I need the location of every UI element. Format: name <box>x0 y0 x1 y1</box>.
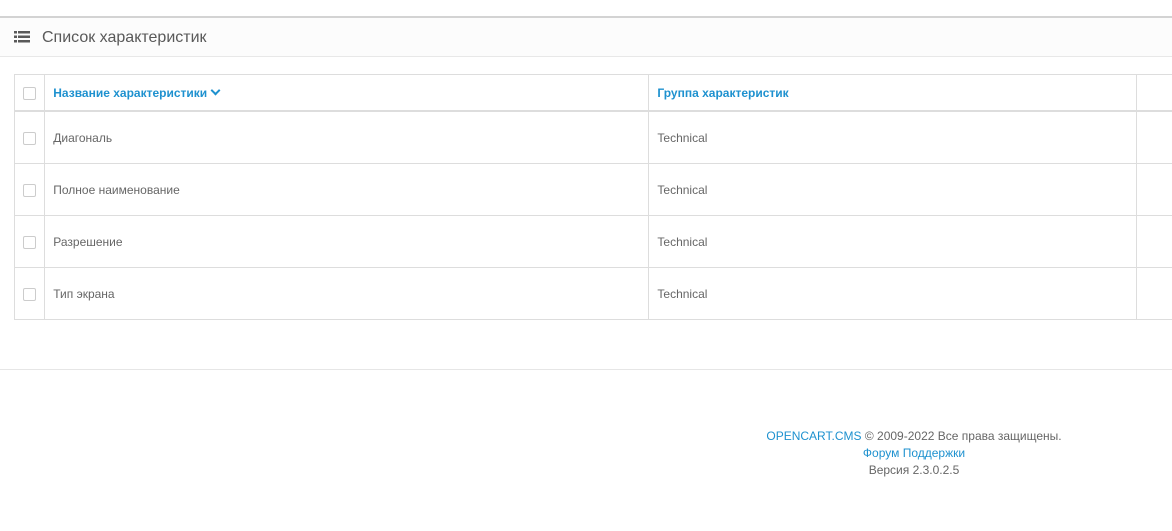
panel-title: Список характеристик <box>42 29 207 46</box>
footer-copyright: © 2009-2022 Все права защищены. <box>864 429 1062 443</box>
row-group: Technical <box>648 267 1137 320</box>
column-header-group[interactable]: Группа характеристик <box>648 74 1137 112</box>
chevron-down-icon <box>210 85 221 95</box>
row-group: Technical <box>648 215 1137 268</box>
row-group: Technical <box>648 163 1137 216</box>
list-icon <box>14 31 30 43</box>
footer-version: Версия 2.3.0.2.5 <box>868 463 960 477</box>
row-action-cell <box>1135 163 1172 216</box>
table-row: Разрешение Technical <box>13 215 1172 268</box>
opencart-link[interactable]: OPENCART.CMS <box>766 429 861 443</box>
row-name: Полное наименование <box>44 163 650 216</box>
footer-copyright-line: OPENCART.CMS © 2009-2022 Все права защищ… <box>650 428 1172 445</box>
sort-by-name-link[interactable]: Название характеристики <box>53 85 221 100</box>
row-action-cell <box>1135 267 1172 320</box>
table-row: Тип экрана Technical <box>13 267 1172 320</box>
table-header-row: Название характеристики Группа характери… <box>13 74 1172 112</box>
row-name: Диагональ <box>44 110 650 164</box>
row-group: Technical <box>648 110 1137 164</box>
column-header-action <box>1135 74 1172 112</box>
table-row: Диагональ Technical <box>13 110 1172 164</box>
footer: OPENCART.CMS © 2009-2022 Все права защищ… <box>650 428 1172 479</box>
select-all-cell <box>13 74 46 112</box>
attribute-table: Название характеристики Группа характери… <box>13 74 1172 320</box>
sort-by-group-link[interactable]: Группа характеристик <box>657 86 788 100</box>
footer-divider <box>0 369 1172 370</box>
row-name: Разрешение <box>44 215 650 268</box>
footer-forum-line: Форум Поддержки <box>650 445 1172 462</box>
row-checkbox[interactable] <box>23 287 37 301</box>
row-select-cell <box>13 163 46 216</box>
row-name: Тип экрана <box>44 267 650 320</box>
panel-heading: Список характеристик <box>0 18 1172 57</box>
row-checkbox[interactable] <box>23 183 37 197</box>
row-checkbox[interactable] <box>23 131 37 145</box>
row-checkbox[interactable] <box>23 235 37 249</box>
row-select-cell <box>13 110 46 164</box>
select-all-checkbox[interactable] <box>23 86 37 100</box>
column-header-name[interactable]: Название характеристики <box>44 74 650 112</box>
row-select-cell <box>13 267 46 320</box>
row-action-cell <box>1135 215 1172 268</box>
table-row: Полное наименование Technical <box>13 163 1172 216</box>
attribute-list-panel: Список характеристик Название характерис… <box>0 16 1172 322</box>
support-forum-link[interactable]: Форум Поддержки <box>863 446 965 460</box>
column-name-label: Название характеристики <box>53 85 208 100</box>
row-select-cell <box>13 215 46 268</box>
row-action-cell <box>1135 110 1172 164</box>
